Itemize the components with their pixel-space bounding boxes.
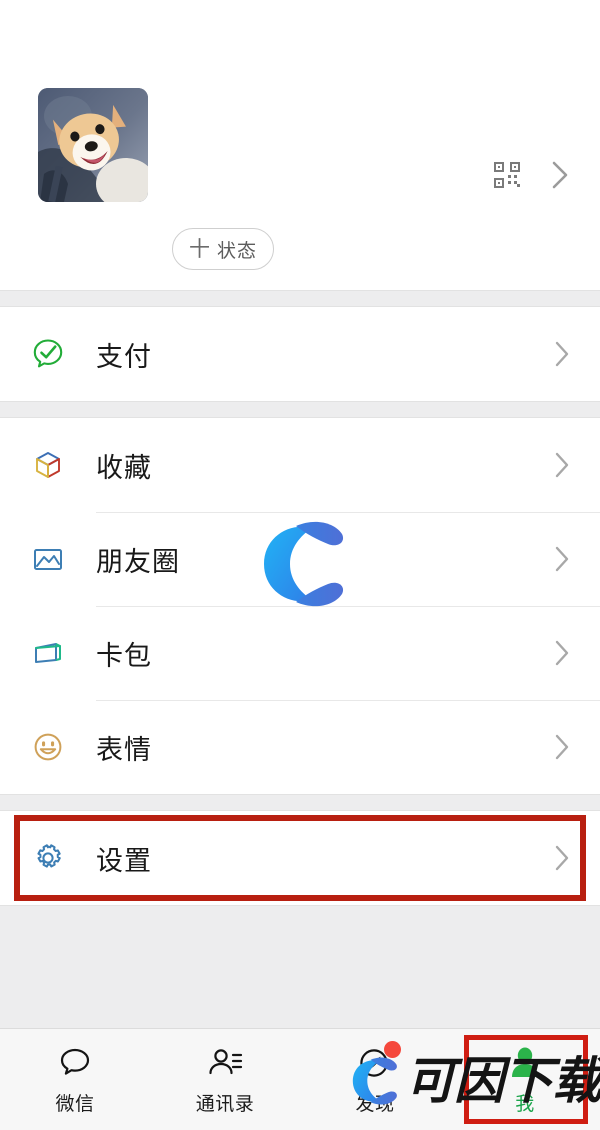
- tab-wechat[interactable]: 微信: [0, 1029, 150, 1130]
- tab-label: 通讯录: [195, 1094, 255, 1115]
- tab-label: 微信: [55, 1094, 95, 1115]
- tab-discover[interactable]: 发现: [300, 1029, 450, 1130]
- chevron-right-icon: [548, 158, 572, 192]
- chevron-right-icon: [552, 544, 572, 574]
- moments-photo-icon: [30, 541, 66, 577]
- empty-area: [0, 905, 600, 1028]
- qr-code-icon[interactable]: [494, 162, 520, 188]
- menu-item-pay[interactable]: 支付: [0, 307, 600, 401]
- menu-item-label: 卡包: [96, 640, 152, 671]
- section-divider-3: [0, 794, 600, 811]
- tab-label: 我: [515, 1094, 535, 1115]
- avatar[interactable]: [38, 88, 148, 202]
- chevron-right-icon: [552, 843, 572, 873]
- stickers-smiley-icon: [30, 729, 66, 765]
- pay-icon: [30, 336, 66, 372]
- section-divider-1: [0, 290, 600, 307]
- menu-item-label: 表情: [96, 734, 152, 765]
- settings-gear-icon: [30, 840, 66, 876]
- status-label: 状态: [216, 240, 257, 262]
- tab-me[interactable]: 我: [450, 1029, 600, 1130]
- tab-contacts[interactable]: 通讯录: [150, 1029, 300, 1130]
- bottom-tab-bar: 微信 通讯录 发现 我: [0, 1028, 600, 1130]
- wechat-me-screen: 十 状态 支付 收藏 朋友圈 卡包 表情 设置 微信 通讯录 发现 我 可因下载: [0, 0, 600, 1130]
- profile-chevron[interactable]: [548, 158, 572, 192]
- chevron-right-icon: [552, 450, 572, 480]
- notification-badge: [384, 1041, 401, 1058]
- section-divider-2: [0, 401, 600, 418]
- cards-wallet-icon: [30, 635, 66, 671]
- menu-item-label: 设置: [96, 845, 152, 876]
- contacts-icon: [205, 1043, 245, 1083]
- menu-group-features: 收藏 朋友圈 卡包 表情: [0, 418, 600, 794]
- chevron-right-icon: [552, 339, 572, 369]
- menu-item-label: 支付: [96, 341, 152, 372]
- profile-header[interactable]: 十 状态: [0, 0, 600, 290]
- menu-item-favorites[interactable]: 收藏: [0, 418, 600, 512]
- add-status-button[interactable]: 十 状态: [172, 228, 274, 270]
- profile-person-icon: [505, 1043, 545, 1083]
- menu-item-moments[interactable]: 朋友圈: [0, 512, 600, 606]
- menu-group-settings: 设置: [0, 811, 600, 905]
- chevron-right-icon: [552, 732, 572, 762]
- discover-compass-icon: [355, 1041, 401, 1083]
- menu-item-label: 收藏: [96, 452, 152, 483]
- menu-item-settings[interactable]: 设置: [0, 811, 600, 905]
- tab-label: 发现: [355, 1094, 395, 1115]
- menu-item-cards[interactable]: 卡包: [0, 606, 600, 700]
- menu-item-label: 朋友圈: [96, 546, 180, 577]
- menu-item-stickers[interactable]: 表情: [0, 700, 600, 794]
- favorites-cube-icon: [30, 447, 66, 483]
- plus-icon: 十: [188, 237, 210, 261]
- chevron-right-icon: [552, 638, 572, 668]
- chat-bubble-icon: [55, 1043, 95, 1083]
- menu-group-payment: 支付: [0, 307, 600, 401]
